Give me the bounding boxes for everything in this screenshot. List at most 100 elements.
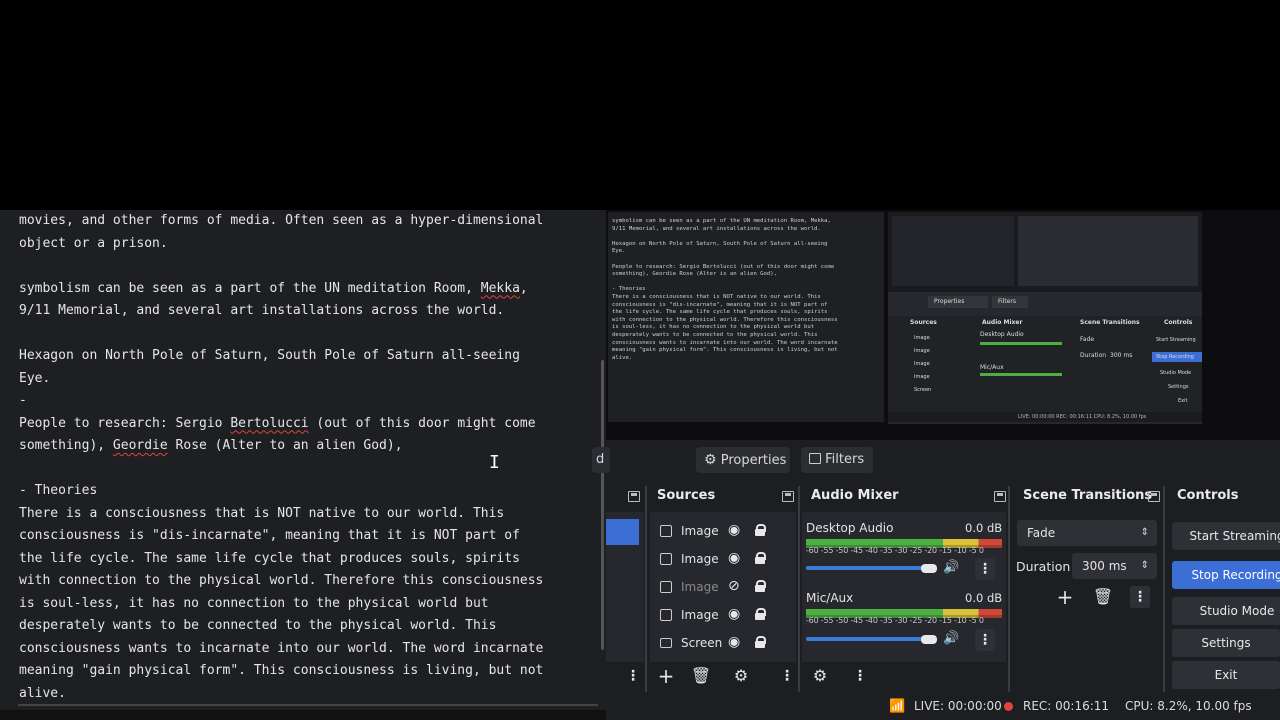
source-item[interactable]: Image (◉ [656,519,796,545]
settings-button[interactable]: Settings [1172,629,1280,657]
editor-text-segment: (out of this door might come [308,415,536,431]
lock-icon[interactable] [755,552,766,564]
thumb-status-bar: LIVE: 00:00:00 REC: 00:16:11 CPU: 8.2%, … [888,412,1202,422]
source-item[interactable]: Image ( ⊘ [656,575,796,601]
editor-scrollbar[interactable] [601,360,604,650]
eye-icon[interactable]: ◉ [728,606,740,622]
thumb-line: Hexagon on North Pole of Saturn, South P… [612,240,828,247]
source-label: Image ( [681,580,723,594]
thumb-controls: Controls [1164,319,1193,326]
editor-text-segment: - [19,393,27,408]
tab-filters-label: Filters [825,452,865,467]
mic-aux-volume-slider[interactable] [806,637,930,641]
source-item[interactable]: Screen ◉ [656,631,796,657]
eye-icon[interactable]: ◉ [728,634,740,650]
editor-line[interactable]: - [19,390,594,413]
editor-line[interactable]: symbolism can be seen as a part of the U… [19,278,594,301]
lock-icon[interactable] [755,636,766,648]
preview-editor-thumbnail: symbolism can be seen as a part of the U… [608,212,884,422]
editor-horizontal-scrollbar[interactable] [18,704,598,706]
thumb-line: symbolism can be seen as a part of the U… [612,218,831,224]
editor-text-segment: movies, and other forms of media. Often … [19,213,544,228]
sources-menu-kebab-icon[interactable]: ⋮ [777,665,797,687]
desktop-audio-volume-slider[interactable] [806,566,930,570]
editor-line[interactable]: alive. [19,683,594,706]
scenes-menu-kebab-icon[interactable]: ⋮ [623,665,643,687]
editor-line[interactable]: something), Geordie Rose (Alter to an al… [19,435,594,458]
eye-icon[interactable]: ◉ [728,522,740,538]
duration-label: Duration [1016,559,1071,574]
editor-line[interactable]: - Theories [19,480,594,503]
sources-float-icon[interactable] [782,491,794,502]
editor-line[interactable]: meaning "gain physical form". This consc… [19,660,594,683]
transition-select[interactable]: Fade ⇕ [1017,520,1157,546]
thumb-start-streaming: Start Streaming [1156,337,1196,343]
add-transition-plus-icon[interactable]: + [1053,585,1077,609]
remove-transition-trash-icon[interactable]: 🗑 [1091,585,1115,609]
editor-line[interactable]: consciousness wants to incarnate into ou… [19,638,594,661]
editor-line[interactable]: consciousness is "dis-incarnate", meanin… [19,525,594,548]
add-source-plus-icon[interactable]: + [654,664,678,688]
start-streaming-button[interactable]: Start Streaming [1172,522,1280,550]
desktop-audio-speaker-icon[interactable]: 🔊 [943,560,959,575]
tab-properties[interactable]: ⚙ Properties [696,447,790,473]
dock-separator [1008,486,1010,692]
thumb-filters: Filters [998,298,1016,305]
desktop-audio-volume-handle[interactable] [921,564,937,573]
tab-properties-label: Properties [720,453,787,468]
text-editor[interactable]: movies, and other forms of media. Often … [0,210,606,710]
transition-menu-kebab-icon[interactable]: ⋮ [1130,586,1150,608]
studio-mode-button[interactable]: Studio Mode [1172,597,1280,625]
mic-aux-speaker-icon[interactable]: 🔊 [943,631,959,646]
status-bar: 📶 LIVE: 00:00:00 REC: 00:16:11 CPU: 8.2%… [606,692,1280,720]
scenes-float-icon[interactable] [628,491,640,502]
editor-line[interactable]: object or a prison. [19,233,594,256]
source-settings-gear-icon[interactable]: ⚙ [729,664,753,688]
editor-line[interactable]: with connection to the physical world. T… [19,570,594,593]
image-icon [660,553,672,565]
editor-line[interactable]: the life cycle. The same life cycle that… [19,548,594,571]
editor-line[interactable]: Eye. [19,368,594,391]
remove-source-trash-icon[interactable]: 🗑 [689,664,713,688]
duration-spinbox[interactable]: 300 ms ⇕ [1072,553,1157,579]
top-black-area [0,0,1280,210]
tab-filters[interactable]: Filters [801,447,873,473]
editor-line[interactable]: There is a consciousness that is NOT nat… [19,503,594,526]
stop-recording-button[interactable]: Stop Recording [1172,561,1280,589]
preview-obs-thumbnail: Properties Filters Sources Audio Mixer S… [888,212,1202,424]
thumb-line: - Theories [612,286,646,293]
lock-icon[interactable] [755,580,766,592]
editor-line[interactable]: desperately wants to be connected to the… [19,615,594,638]
scene-transitions-float-icon[interactable] [1148,491,1160,502]
editor-line[interactable] [19,458,594,481]
mic-aux-menu-kebab-icon[interactable]: ⋮ [975,629,995,651]
editor-line[interactable]: movies, and other forms of media. Often … [19,210,594,233]
misspelled-word: Bertolucci [230,415,309,431]
thumb-line: There is a consciousness that is NOT nat… [612,293,821,300]
editor-line[interactable]: 9/11 Memorial, and several art installat… [19,300,594,323]
exit-button[interactable]: Exit [1172,661,1280,689]
eye-off-icon[interactable]: ⊘ [728,578,740,594]
editor-line[interactable]: is soul-less, it has no connection to th… [19,593,594,616]
eye-icon[interactable]: ◉ [728,550,740,566]
desktop-audio-menu-kebab-icon[interactable]: ⋮ [975,558,995,580]
audio-mixer-float-icon[interactable] [994,491,1006,502]
mic-aux-scale: -60 -55 -50 -45 -40 -35 -30 -25 -20 -15 … [806,616,984,625]
lock-icon[interactable] [755,524,766,536]
mic-aux-volume-handle[interactable] [921,635,937,644]
source-label: Image ( [681,552,723,566]
advanced-audio-cog-icon[interactable]: ⚙ [808,664,832,688]
tab-partial[interactable]: d [592,447,610,473]
editor-content[interactable]: movies, and other forms of media. Often … [19,210,594,705]
editor-line[interactable]: Hexagon on North Pole of Saturn, South P… [19,345,594,368]
thumb-line [612,256,880,264]
editor-line[interactable] [19,323,594,346]
scene-item-selected[interactable] [606,519,639,545]
editor-line[interactable] [19,255,594,278]
source-item[interactable]: Image (◉ [656,603,796,629]
editor-line[interactable]: People to research: Sergio Bertolucci (o… [19,413,594,436]
audio-mixer-menu-kebab-icon[interactable]: ⋮ [850,665,870,687]
lock-icon[interactable] [755,608,766,620]
misspelled-word: Geordie [112,438,168,453]
source-item[interactable]: Image ( ◉ [656,547,796,573]
